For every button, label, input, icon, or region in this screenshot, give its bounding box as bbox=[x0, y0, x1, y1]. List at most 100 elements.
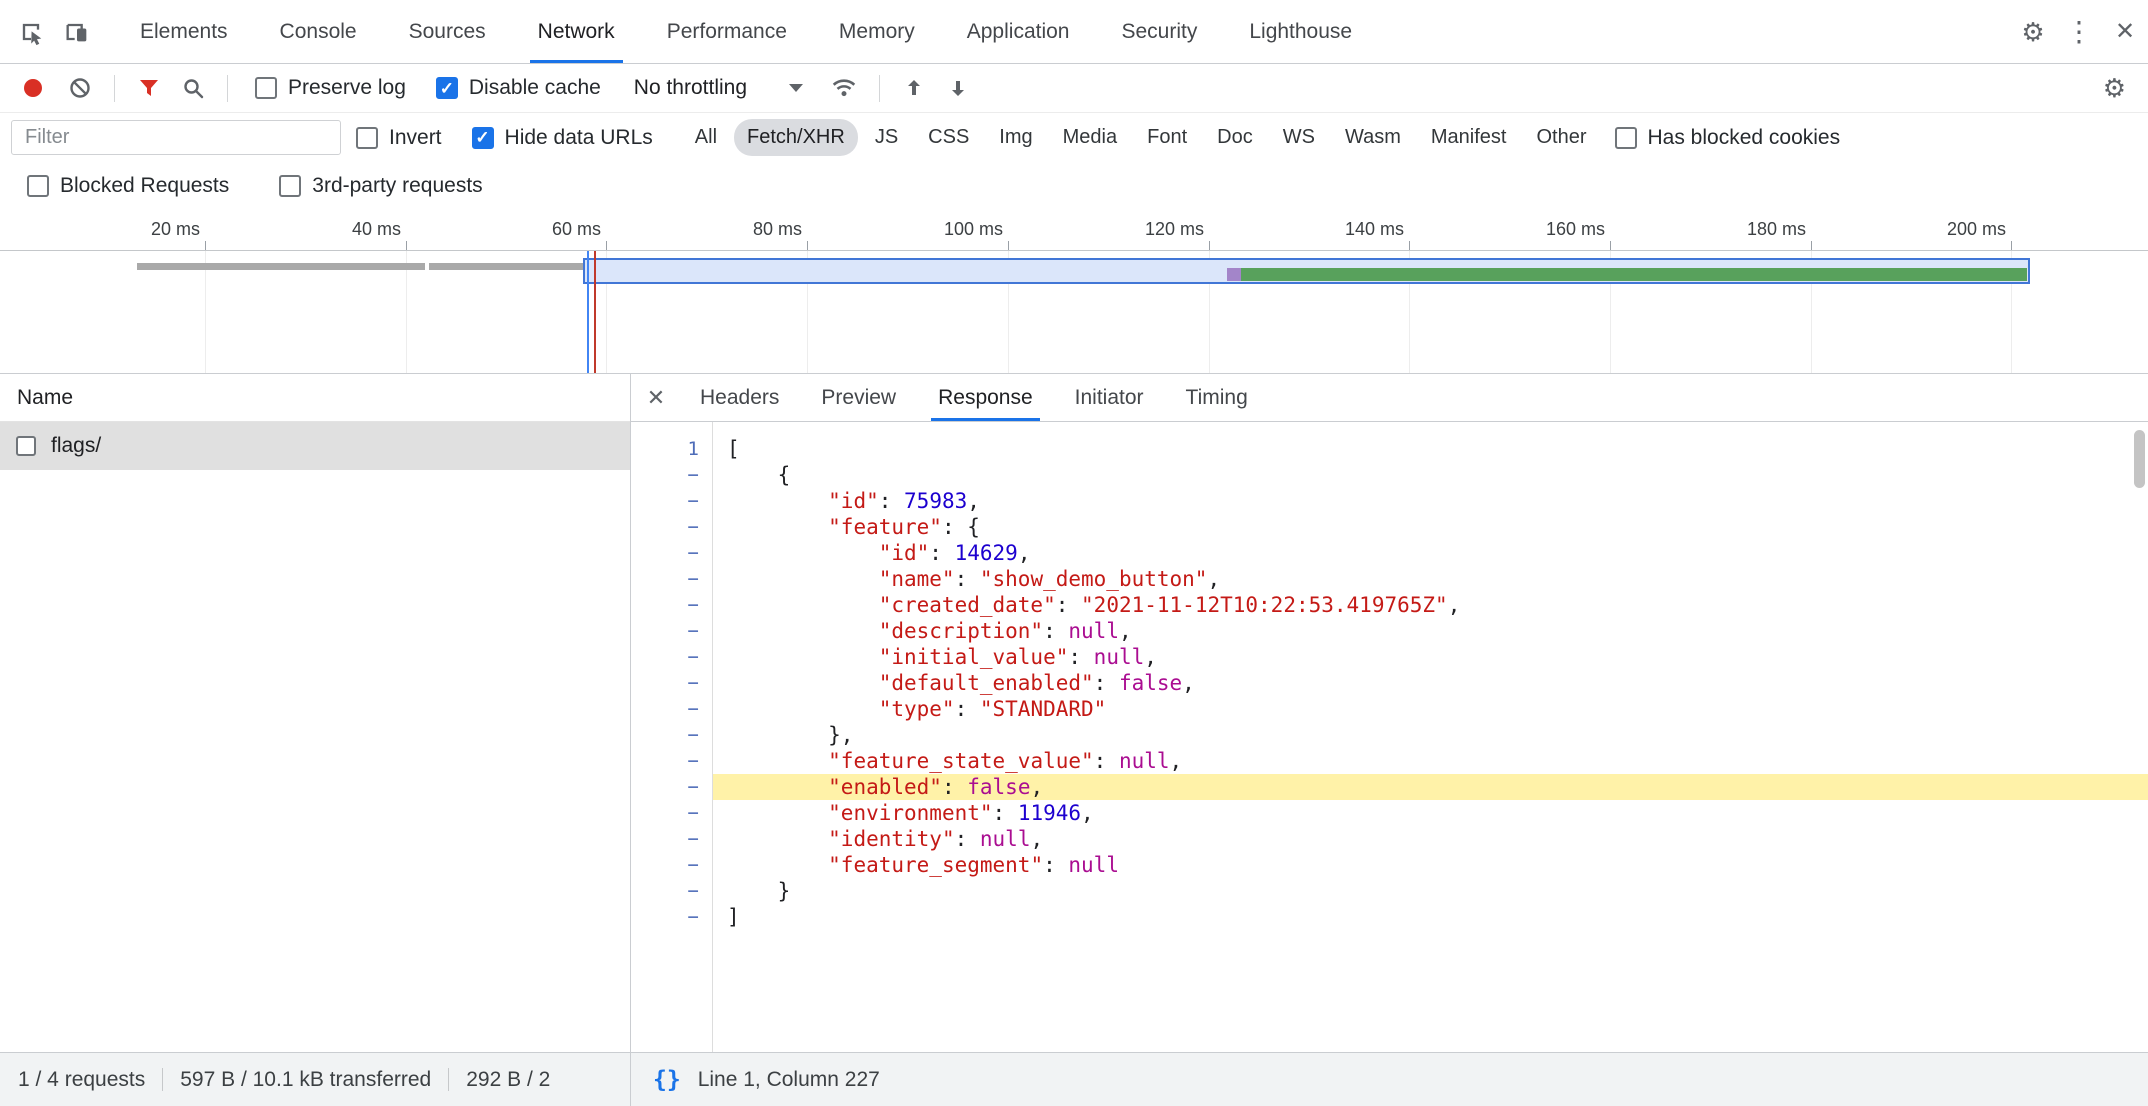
fold-marker[interactable]: − bbox=[631, 722, 712, 748]
preserve-log-checkbox[interactable]: Preserve log bbox=[255, 76, 406, 100]
filter-type-fetch-xhr[interactable]: Fetch/XHR bbox=[734, 119, 858, 156]
disable-cache-checkbox[interactable]: Disable cache bbox=[436, 76, 601, 100]
filter-input[interactable] bbox=[11, 120, 341, 155]
fold-marker[interactable]: − bbox=[631, 904, 712, 930]
import-har-button[interactable] bbox=[902, 76, 926, 100]
filter-type-all[interactable]: All bbox=[682, 119, 730, 156]
fold-marker[interactable]: − bbox=[631, 852, 712, 878]
code-token: , bbox=[1144, 645, 1157, 669]
filter-type-font[interactable]: Font bbox=[1134, 119, 1200, 156]
detail-tab-response[interactable]: Response bbox=[917, 374, 1054, 421]
timeline-tick bbox=[606, 241, 607, 250]
filter-toggle-button[interactable] bbox=[137, 76, 161, 100]
record-network-log-button[interactable] bbox=[24, 79, 42, 97]
fold-marker[interactable]: − bbox=[631, 696, 712, 722]
fold-marker[interactable]: − bbox=[631, 566, 712, 592]
request-row-flags[interactable]: flags/ bbox=[0, 422, 630, 470]
fold-marker[interactable]: − bbox=[631, 644, 712, 670]
code-token: "id" bbox=[828, 489, 879, 513]
timeline-tick bbox=[2011, 241, 2012, 250]
code-line: "feature_segment": null bbox=[713, 852, 2148, 878]
request-summary: 1 / 4 requests597 B / 10.1 kB transferre… bbox=[0, 1053, 631, 1106]
fold-marker[interactable]: − bbox=[631, 748, 712, 774]
tab-application[interactable]: Application bbox=[941, 0, 1096, 63]
detail-tab-timing[interactable]: Timing bbox=[1165, 374, 1269, 421]
tab-memory[interactable]: Memory bbox=[813, 0, 941, 63]
fold-marker[interactable]: − bbox=[631, 800, 712, 826]
clear-network-log-button[interactable] bbox=[68, 76, 92, 100]
fold-marker[interactable]: − bbox=[631, 878, 712, 904]
fold-marker[interactable]: − bbox=[631, 488, 712, 514]
tab-label: Network bbox=[538, 20, 615, 44]
timeline-label: 20 ms bbox=[70, 219, 200, 240]
fold-marker[interactable]: − bbox=[631, 592, 712, 618]
blocked-requests-checkbox[interactable]: Blocked Requests bbox=[27, 174, 229, 198]
fold-marker[interactable]: − bbox=[631, 514, 712, 540]
settings-gear-button[interactable]: ⚙ bbox=[2010, 0, 2056, 63]
tab-performance[interactable]: Performance bbox=[641, 0, 813, 63]
more-options-button[interactable]: ⋮ bbox=[2056, 0, 2102, 63]
fold-marker[interactable]: − bbox=[631, 462, 712, 488]
code-line: "enabled": false, bbox=[713, 774, 2148, 800]
code-token: "type" bbox=[879, 697, 955, 721]
filter-type-img[interactable]: Img bbox=[986, 119, 1045, 156]
fold-marker[interactable]: − bbox=[631, 670, 712, 696]
code-token: "id" bbox=[879, 541, 930, 565]
chevron-down-icon bbox=[789, 84, 803, 92]
search-button[interactable] bbox=[181, 76, 205, 100]
tab-elements[interactable]: Elements bbox=[114, 0, 254, 63]
close-detail-button[interactable]: ✕ bbox=[633, 374, 679, 421]
request-bar-download-segment bbox=[1241, 268, 2027, 281]
close-icon: ✕ bbox=[2115, 20, 2135, 44]
third-party-requests-checkbox[interactable]: 3rd-party requests bbox=[279, 174, 482, 198]
has-blocked-cookies-checkbox[interactable]: Has blocked cookies bbox=[1615, 126, 1841, 150]
filter-type-doc[interactable]: Doc bbox=[1204, 119, 1266, 156]
detail-tab-preview[interactable]: Preview bbox=[800, 374, 917, 421]
pretty-print-braces-icon[interactable]: {} bbox=[653, 1067, 681, 1093]
fold-marker[interactable]: − bbox=[631, 774, 712, 800]
checkbox-box bbox=[1615, 127, 1637, 149]
request-checkbox[interactable] bbox=[16, 436, 36, 456]
code-line: { bbox=[713, 462, 2148, 488]
response-code[interactable]: [ { "id": 75983, "feature": { "id": 1462… bbox=[713, 422, 2148, 1052]
export-har-button[interactable] bbox=[946, 76, 970, 100]
filter-type-css[interactable]: CSS bbox=[915, 119, 982, 156]
hide-data-urls-checkbox[interactable]: Hide data URLs bbox=[472, 126, 653, 150]
tab-lighthouse[interactable]: Lighthouse bbox=[1223, 0, 1378, 63]
detail-tab-headers[interactable]: Headers bbox=[679, 374, 800, 421]
fold-marker[interactable]: − bbox=[631, 826, 712, 852]
name-column-header[interactable]: Name bbox=[0, 374, 630, 422]
network-overview-waterfall[interactable] bbox=[0, 251, 2148, 374]
code-line: } bbox=[713, 878, 2148, 904]
throttling-select[interactable]: No throttling bbox=[634, 76, 803, 100]
tab-security[interactable]: Security bbox=[1095, 0, 1223, 63]
network-conditions-button[interactable] bbox=[831, 75, 857, 101]
fold-marker[interactable]: − bbox=[631, 618, 712, 644]
network-settings-button[interactable]: ⚙ bbox=[2103, 75, 2126, 101]
filter-type-wasm[interactable]: Wasm bbox=[1332, 119, 1414, 156]
device-toolbar-button[interactable] bbox=[54, 0, 100, 63]
tab-network[interactable]: Network bbox=[512, 0, 641, 63]
tab-label: Preview bbox=[821, 386, 896, 410]
tab-console[interactable]: Console bbox=[254, 0, 383, 63]
inspect-element-button[interactable] bbox=[8, 0, 54, 63]
timeline-tick bbox=[1811, 241, 1812, 250]
code-token: null bbox=[1119, 749, 1170, 773]
scrollbar-thumb[interactable] bbox=[2134, 430, 2145, 488]
timeline-tick bbox=[1409, 241, 1410, 250]
code-token: 14629 bbox=[955, 541, 1018, 565]
close-devtools-button[interactable]: ✕ bbox=[2102, 0, 2148, 63]
filter-type-js[interactable]: JS bbox=[862, 119, 911, 156]
filter-type-other[interactable]: Other bbox=[1523, 119, 1599, 156]
filter-type-manifest[interactable]: Manifest bbox=[1418, 119, 1520, 156]
invert-checkbox[interactable]: Invert bbox=[356, 126, 442, 150]
filter-type-ws[interactable]: WS bbox=[1270, 119, 1328, 156]
detail-tab-initiator[interactable]: Initiator bbox=[1054, 374, 1165, 421]
fold-marker[interactable]: − bbox=[631, 540, 712, 566]
tab-label: Elements bbox=[140, 20, 228, 44]
timeline-label: 120 ms bbox=[1074, 219, 1204, 240]
tab-sources[interactable]: Sources bbox=[383, 0, 512, 63]
code-token: : bbox=[1043, 853, 1068, 877]
code-token bbox=[727, 749, 828, 773]
filter-type-media[interactable]: Media bbox=[1050, 119, 1130, 156]
